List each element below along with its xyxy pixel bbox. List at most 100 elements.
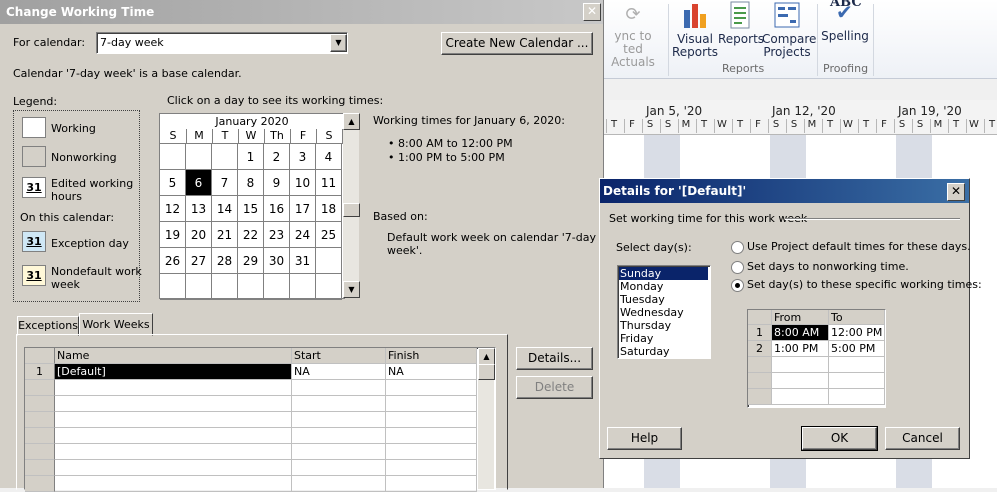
time-from-cell[interactable] [772,373,829,389]
calendar-day[interactable]: 11 [316,170,342,196]
calendar-day[interactable]: 16 [264,196,290,222]
table-cell-name[interactable] [55,380,292,396]
calendar-day[interactable] [238,274,264,300]
table-cell-start[interactable]: NA [292,364,386,380]
calendar-day[interactable]: 9 [264,170,290,196]
calendar-day[interactable]: 12 [160,196,186,222]
calendar-day[interactable]: 28 [212,248,238,274]
delete-button[interactable]: Delete [516,376,593,399]
calendar-day[interactable]: 15 [238,196,264,222]
calendar-day[interactable]: 5 [160,170,186,196]
col-start-header[interactable]: Start [292,348,386,364]
table-cell-start[interactable] [292,476,386,492]
calendar-day[interactable]: 30 [264,248,290,274]
calendar-day[interactable]: 14 [212,196,238,222]
table-cell-name[interactable] [55,460,292,476]
calendar-day[interactable]: 22 [238,222,264,248]
help-button[interactable]: Help [607,427,682,450]
table-cell-start[interactable] [292,396,386,412]
table-cell-finish[interactable] [386,380,477,396]
day-list-item[interactable]: Wednesday [619,306,708,319]
table-cell-finish[interactable] [386,460,477,476]
table-row[interactable] [25,476,477,492]
time-from-cell[interactable]: 8:00 AM [772,325,829,341]
radio-label[interactable]: Set day(s) to these specific working tim… [747,278,982,291]
time-to-cell[interactable] [829,357,885,373]
table-cell-finish[interactable] [386,396,477,412]
calendar-day[interactable]: 25 [316,222,342,248]
time-to-cell[interactable] [829,389,885,405]
calendar-day[interactable]: 18 [316,196,342,222]
day-list-item[interactable]: Sunday [619,267,708,280]
calendar-day[interactable] [160,144,186,170]
calendar-day[interactable]: 10 [290,170,316,196]
sync-actuals-button[interactable]: ⟳ ync to ted Actuals [602,0,664,69]
details-button[interactable]: Details... [516,347,593,370]
tab-work-weeks[interactable]: Work Weeks [79,313,153,336]
calendar-day[interactable]: 3 [290,144,316,170]
calendar-day[interactable] [316,248,342,274]
day-list-item[interactable]: Tuesday [619,293,708,306]
table-cell-name[interactable]: [Default] [55,364,292,380]
radio-label[interactable]: Set days to nonworking time. [747,260,909,273]
scroll-down-icon[interactable]: ▼ [343,281,360,298]
compare-projects-button[interactable]: Compare Projects [762,0,816,59]
calendar-day[interactable]: 23 [264,222,290,248]
table-cell-name[interactable] [55,476,292,492]
table-cell-name[interactable] [55,444,292,460]
calendar-day[interactable]: 19 [160,222,186,248]
calendar-day[interactable] [316,274,342,300]
calendar-grid[interactable]: January 2020 S M T W Th F S 1 2 3 4 5 6 7 8 9 10 11 12 13 1… [159,113,345,300]
day-list-item[interactable]: Monday [619,280,708,293]
scroll-thumb[interactable] [478,364,495,380]
table-scrollbar[interactable]: ▲ [478,348,495,489]
calendar-select[interactable]: 7-day week ▼ [96,32,348,54]
table-cell-start[interactable] [292,412,386,428]
time-to-cell[interactable]: 12:00 PM [829,325,885,341]
tab-exceptions[interactable]: Exceptions [17,316,79,336]
day-list-item[interactable]: Thursday [619,319,708,332]
radio-label[interactable]: Use Project default times for these days… [747,240,971,253]
scroll-thumb[interactable] [343,203,360,217]
table-cell-start[interactable] [292,428,386,444]
table-cell-name[interactable] [55,428,292,444]
calendar-scrollbar[interactable]: ▲ ▼ [343,113,360,298]
time-to-cell[interactable] [829,373,885,389]
table-row[interactable] [25,460,477,476]
table-cell-finish[interactable] [386,444,477,460]
calendar-day[interactable]: 26 [160,248,186,274]
scroll-up-icon[interactable]: ▲ [478,348,495,365]
work-weeks-table[interactable]: Name Start Finish 1 [Default] NA NA ▲ [24,347,496,492]
calendar-day[interactable] [264,274,290,300]
ok-button[interactable]: OK [801,426,878,451]
day-list-item[interactable]: Saturday [619,345,708,358]
calendar-day[interactable] [212,144,238,170]
calendar-day[interactable]: 2 [264,144,290,170]
calendar-day[interactable]: 17 [290,196,316,222]
table-cell-finish[interactable] [386,428,477,444]
col-finish-header[interactable]: Finish [386,348,477,364]
table-row[interactable] [25,396,477,412]
create-new-calendar-button[interactable]: Create New Calendar ... [441,32,593,55]
calendar-day[interactable]: 4 [316,144,342,170]
table-cell-finish[interactable] [386,476,477,492]
radio-button[interactable] [731,241,744,254]
radio-button[interactable] [731,261,744,274]
reports-button[interactable]: Reports [718,0,764,46]
time-to-cell[interactable]: 5:00 PM [829,341,885,357]
table-cell-start[interactable] [292,460,386,476]
chevron-down-icon[interactable]: ▼ [330,34,347,52]
table-cell-start[interactable] [292,380,386,396]
calendar-day[interactable]: 27 [186,248,212,274]
time-from-cell[interactable]: 1:00 PM [772,341,829,357]
table-row[interactable] [25,380,477,396]
table-cell-name[interactable] [55,412,292,428]
calendar-day[interactable]: 6 [186,170,212,196]
calendar-day[interactable] [160,274,186,300]
calendar-day[interactable]: 29 [238,248,264,274]
calendar-day[interactable]: 31 [290,248,316,274]
working-times-grid[interactable]: From To 1 8:00 AM 12:00 PM 2 1:00 PM 5:00 PM [747,309,886,408]
table-cell-start[interactable] [292,444,386,460]
visual-reports-button[interactable]: Visual Reports [672,0,718,59]
close-icon[interactable]: ✕ [947,183,965,201]
